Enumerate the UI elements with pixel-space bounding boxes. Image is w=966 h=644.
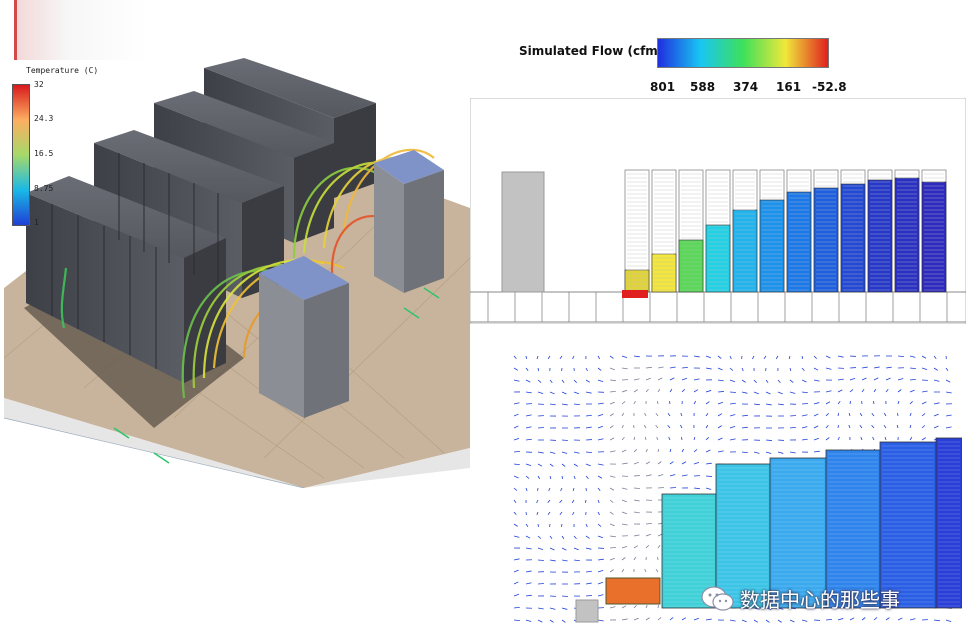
temperature-legend-title: Temperature (C) — [26, 66, 99, 75]
flow-tick: 161 — [776, 80, 802, 94]
rack — [624, 169, 650, 293]
velocity-vector — [681, 436, 683, 441]
velocity-vector — [537, 583, 544, 585]
flow-color-bar — [657, 38, 829, 68]
temperature-tick: 16.5 — [34, 149, 54, 158]
rack — [759, 169, 785, 293]
velocity-vector — [537, 427, 544, 429]
perforated-tile — [605, 577, 661, 605]
velocity-vector — [537, 559, 544, 561]
velocity-vector — [561, 523, 563, 528]
flow-tick: 801 — [650, 80, 676, 94]
velocity-vector — [669, 400, 671, 405]
rack — [732, 169, 758, 293]
velocity-vector — [705, 475, 712, 477]
rack — [935, 437, 962, 609]
flow-tick: 374 — [733, 80, 759, 94]
flow-tick: 588 — [690, 80, 716, 94]
temperature-tick: 1 — [34, 218, 39, 227]
velocity-vector — [585, 499, 587, 504]
rack — [786, 169, 812, 293]
rack — [813, 169, 839, 293]
temperature-color-bar — [12, 84, 30, 226]
velocity-vector — [897, 412, 899, 417]
rack — [678, 169, 704, 293]
velocity-vector — [765, 439, 772, 441]
watermark-text: 数据中心的那些事 — [740, 588, 900, 612]
rack — [921, 169, 947, 293]
velocity-vector — [633, 487, 640, 489]
crac-unit — [575, 599, 599, 623]
velocity-vector — [717, 391, 724, 393]
rack-flow-elevation-view — [470, 98, 966, 324]
velocity-vector — [525, 355, 527, 360]
flow-legend-title: Simulated Flow (cfm) — [519, 44, 664, 58]
crac-unit — [501, 171, 545, 293]
temperature-tick: 8.75 — [34, 184, 54, 193]
cooling-unit-back — [374, 150, 444, 293]
rack — [867, 169, 893, 293]
rack — [840, 169, 866, 293]
flow-tick: -52.8 — [812, 80, 847, 94]
velocity-vector — [561, 439, 568, 441]
rack — [705, 169, 731, 293]
perforated-tile — [622, 290, 648, 298]
temperature-tick: 32 — [34, 80, 44, 89]
cooling-unit-front — [259, 256, 349, 418]
rack — [651, 169, 677, 293]
velocity-vector — [633, 475, 640, 477]
title-accent-bar — [14, 0, 147, 60]
temperature-tick: 24.3 — [34, 114, 54, 123]
velocity-vector — [657, 604, 659, 609]
rack — [894, 169, 920, 293]
watermark: 数据中心的那些事 — [700, 584, 900, 613]
data-center-3d-render — [4, 58, 470, 488]
wechat-icon — [701, 585, 734, 611]
